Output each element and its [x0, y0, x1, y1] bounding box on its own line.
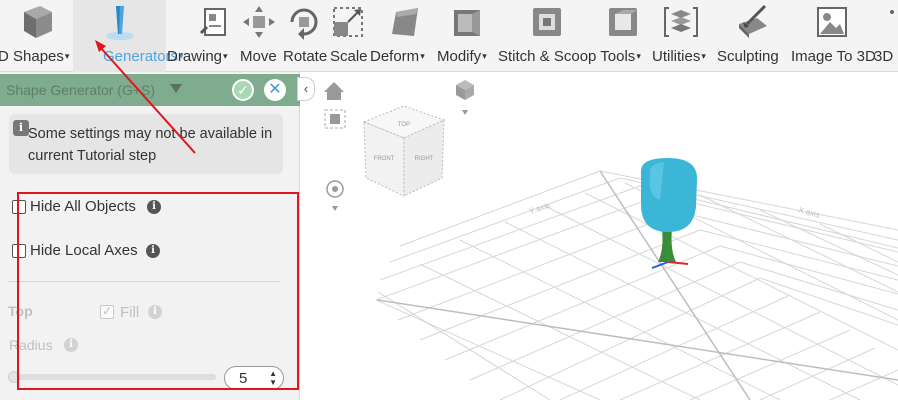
annotation-arrow	[95, 40, 196, 154]
